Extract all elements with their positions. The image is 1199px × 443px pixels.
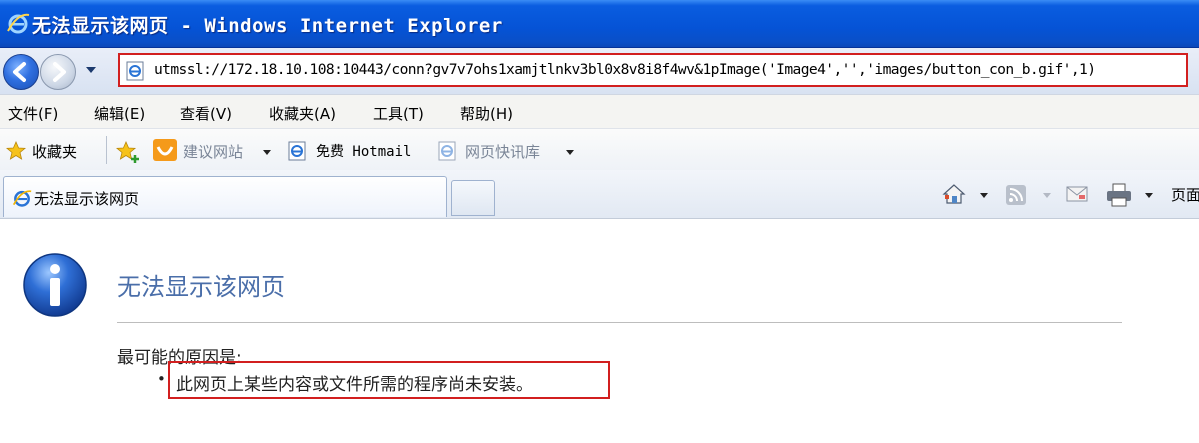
menu-view[interactable]: 查看(V) (180, 103, 232, 124)
favorites-separator (106, 136, 107, 164)
reason-text: 此网页上某些内容或文件所需的程序尚未安装。 (176, 375, 533, 395)
menu-tools[interactable]: 工具(T) (373, 103, 424, 124)
ie-page-icon (438, 141, 456, 161)
menu-edit[interactable]: 编辑(E) (94, 103, 145, 124)
menu-favorites[interactable]: 收藏夹(A) (269, 103, 336, 124)
divider (117, 322, 1122, 323)
address-row: utmssl://172.18.10.108:10443/conn?gv7v7o… (0, 48, 1199, 94)
history-dropdown[interactable] (86, 67, 96, 73)
bullet: • (157, 370, 166, 388)
star-icon (6, 141, 26, 160)
info-icon (23, 253, 87, 317)
ie-logo-icon (12, 190, 32, 207)
page-icon (126, 61, 144, 81)
ie-logo-icon (7, 13, 30, 34)
suggested-sites-label: 建议网站 (183, 143, 244, 161)
web-slice-label: 网页快讯库 (465, 143, 541, 161)
suggested-sites-icon (153, 139, 177, 161)
home-icon[interactable] (942, 183, 966, 205)
menu-file[interactable]: 文件(F) (8, 103, 58, 124)
tab-title: 无法显示该网页 (34, 190, 140, 208)
web-slice-dropdown[interactable] (566, 150, 574, 155)
title-bar: 无法显示该网页 - Windows Internet Explorer (0, 0, 1199, 48)
tab-row: 无法显示该网页 页面 (0, 170, 1199, 219)
error-title: 无法显示该网页 (117, 273, 285, 301)
print-icon[interactable] (1106, 183, 1132, 207)
hotmail-label: 免费 Hotmail (316, 144, 412, 160)
forward-button[interactable] (40, 54, 76, 90)
rss-dropdown[interactable] (1043, 193, 1051, 198)
tab-current[interactable]: 无法显示该网页 (3, 176, 447, 217)
add-favorite-icon[interactable] (116, 141, 140, 163)
error-page: 无法显示该网页 最可能的原因是: • 此网页上某些内容或文件所需的程序尚未安装。 (0, 219, 1199, 443)
print-dropdown[interactable] (1145, 193, 1153, 198)
menu-bar: 文件(F) 编辑(E) 查看(V) 收藏夹(A) 工具(T) 帮助(H) (0, 94, 1199, 129)
rss-icon[interactable] (1006, 185, 1026, 205)
forward-icon (53, 62, 66, 82)
menu-help[interactable]: 帮助(H) (460, 103, 513, 124)
new-tab-button[interactable] (451, 180, 495, 216)
url-text[interactable]: utmssl://172.18.10.108:10443/conn?gv7v7o… (154, 61, 1096, 78)
back-icon (13, 62, 26, 82)
home-dropdown[interactable] (980, 193, 988, 198)
ie-page-icon (288, 141, 306, 161)
back-button[interactable] (3, 54, 39, 90)
window-title: 无法显示该网页 - Windows Internet Explorer (32, 15, 503, 37)
mail-icon[interactable] (1066, 186, 1088, 202)
suggested-sites-dropdown[interactable] (263, 150, 271, 155)
favorites-bar: 收藏夹 建议网站 免费 Hotmail 网页快讯库 (0, 128, 1199, 171)
favorites-label: 收藏夹 (32, 143, 78, 161)
page-menu-button[interactable]: 页面 (1171, 184, 1199, 205)
address-bar[interactable]: utmssl://172.18.10.108:10443/conn?gv7v7o… (118, 53, 1188, 87)
reason-highlight: 此网页上某些内容或文件所需的程序尚未安装。 (168, 361, 610, 399)
